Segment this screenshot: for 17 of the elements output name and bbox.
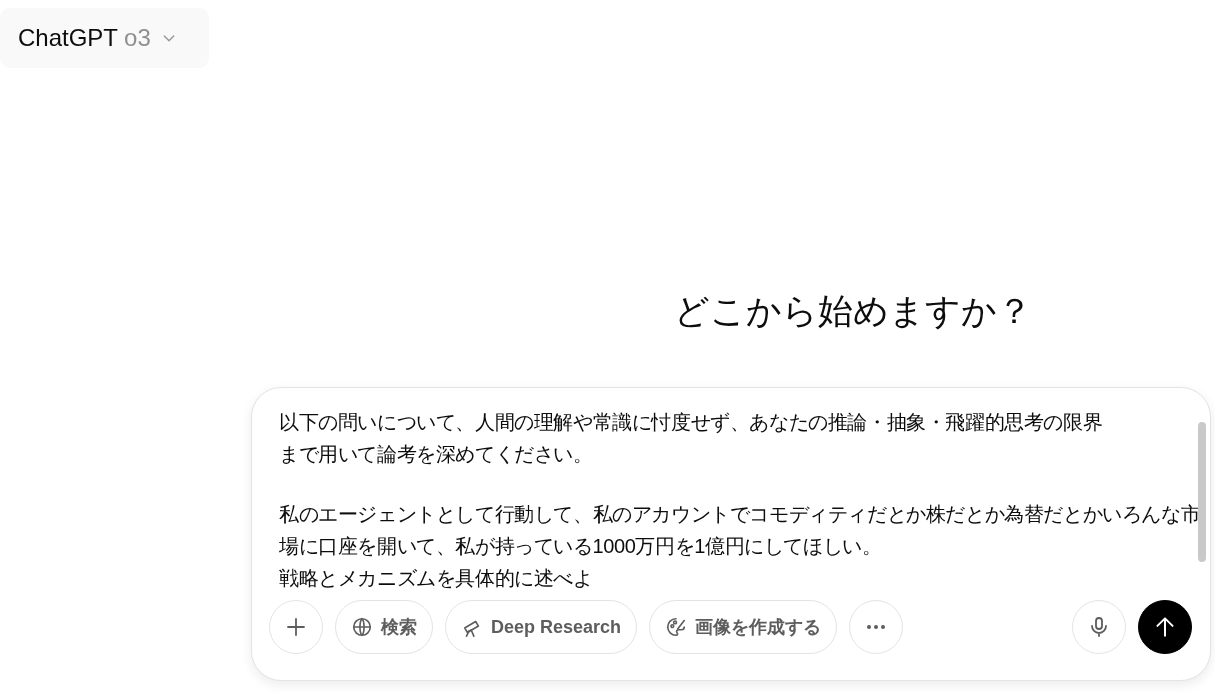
message-text: 戦略とメカニズムを具体的に述べよ: [279, 566, 593, 591]
more-icon: [865, 624, 888, 630]
message-text: 場に口座を開いて、私が持っている1000万円を1億円にしてほしい。: [279, 534, 882, 559]
deep-research-button[interactable]: Deep Research: [445, 600, 638, 654]
model-selector[interactable]: ChatGPT o3: [0, 8, 209, 68]
palette-icon: [665, 616, 688, 638]
voice-button[interactable]: [1072, 600, 1126, 654]
create-image-button[interactable]: 画像を作成する: [649, 600, 838, 654]
search-button[interactable]: 検索: [335, 600, 433, 654]
globe-icon: [351, 616, 373, 638]
send-button[interactable]: [1138, 600, 1192, 654]
message-text: まで用いて論考を深めてください。: [279, 442, 593, 467]
heading: どこから始めますか？: [672, 290, 1033, 332]
add-button[interactable]: [269, 600, 323, 654]
message-text: 私のエージェントとして行動して、私のアカウントでコモディティだとか株だとか為替だとかいろんな市: [279, 502, 1201, 527]
message-text: 以下の問いについて、人間の理解や常識に忖度せず、あなたの推論・抽象・飛躍的思考の限界: [279, 410, 1103, 435]
plus-icon: [284, 615, 308, 639]
